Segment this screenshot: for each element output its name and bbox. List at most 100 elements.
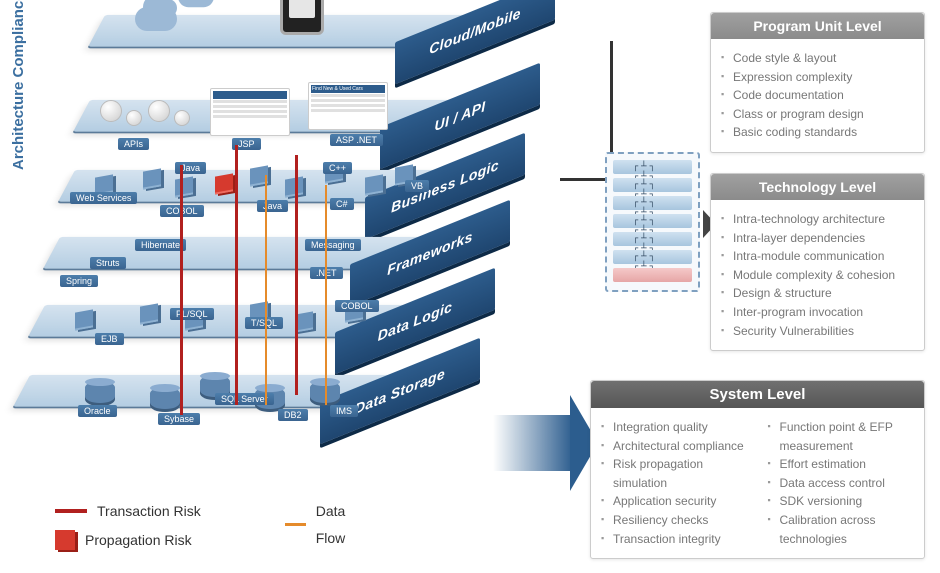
mini-layer: ┌┴┐ ┌┴┐ <box>613 214 692 228</box>
tech-label: Messaging <box>305 239 361 251</box>
panel-item: Class or program design <box>721 105 920 124</box>
connector-line <box>560 178 610 183</box>
tech-label: APIs <box>118 138 149 150</box>
panel-header: Technology Level <box>711 174 924 200</box>
data-flow-swatch <box>285 523 306 526</box>
tech-label: Struts <box>90 257 126 269</box>
tech-label: T/SQL <box>245 317 283 329</box>
module-cube <box>285 176 303 197</box>
panel-header: System Level <box>591 381 924 408</box>
tech-label: EJB <box>95 333 124 345</box>
transaction-risk-line <box>180 165 183 415</box>
legend-row: Transaction Risk <box>55 498 201 525</box>
panel-list: Function point & EFP measurement Effort … <box>758 408 925 558</box>
panel-item: Security Vulnerabilities <box>721 322 920 341</box>
api-knob-icon <box>126 110 142 126</box>
transaction-risk-swatch <box>55 509 87 513</box>
propagation-risk-cube <box>215 173 233 194</box>
thumb-header <box>213 91 287 99</box>
panel-item: Expression complexity <box>721 68 920 87</box>
tech-label: DB2 <box>278 409 308 421</box>
module-cube <box>175 176 193 197</box>
mini-layer: ┌┴┐ ┌┴┐ <box>613 178 692 192</box>
panel-item: Code style & layout <box>721 49 920 68</box>
database-icon <box>85 381 115 403</box>
module-cube <box>140 303 158 324</box>
legend-label: Transaction Risk <box>97 498 201 525</box>
panel-item: Architectural compliance <box>601 437 754 456</box>
cloud-icon <box>178 0 214 7</box>
thumb-header: Find New & Used Cars <box>311 85 385 93</box>
module-cube <box>365 174 383 195</box>
panel-header: Program Unit Level <box>711 13 924 39</box>
legend: Transaction Risk Propagation Risk Data F… <box>55 498 201 555</box>
mini-layer-stack: ┌┴┐ ┌┴┐ ┌┴┐ ┌┴┐ ┌┴┐ ┌┴┐ ┌┴┐ ┌┴┐ ┌┴┐ ┌┴┐ … <box>605 152 700 292</box>
panel-item: Function point & EFP measurement <box>768 418 921 455</box>
propagation-risk-swatch <box>55 530 75 550</box>
layer-frameworks: Frameworks Spring Struts Hibernate Messa… <box>60 237 500 292</box>
module-cube <box>143 168 161 189</box>
transaction-risk-line <box>235 145 238 405</box>
transaction-risk-line <box>295 155 298 395</box>
api-knob-icon <box>100 100 122 122</box>
tech-label: COBOL <box>335 300 379 312</box>
legend-row: Data Flow <box>285 498 357 551</box>
layer-data-storage: Data Storage Oracle Sybase SQL Server DB… <box>30 375 470 430</box>
panel-item: Inter-program invocation <box>721 303 920 322</box>
mini-layer: ┌┴┐ ┌┴┐ <box>613 160 692 174</box>
panel-item: Application security <box>601 492 754 511</box>
panel-list: Integration quality Architectural compli… <box>591 408 758 558</box>
panel-item: Intra-technology architecture <box>721 210 920 229</box>
panel-item: Calibration across technologies <box>768 511 921 548</box>
mini-layer: ┌┴┐ ┌┴┐ <box>613 250 692 264</box>
tech-label: C++ <box>323 162 352 174</box>
program-unit-level-panel: Program Unit Level Code style & layout E… <box>710 12 925 153</box>
panel-item: Intra-layer dependencies <box>721 229 920 248</box>
module-cube <box>75 309 93 330</box>
data-flow-line <box>265 175 267 405</box>
panel-item: Code documentation <box>721 86 920 105</box>
tech-label: C# <box>330 198 354 210</box>
mini-layer: ┌┴┐ ┌┴┐ <box>613 232 692 246</box>
data-flow-line <box>325 185 327 405</box>
tech-label: PL/SQL <box>170 308 214 320</box>
api-knob-icon <box>148 100 170 122</box>
technology-level-panel: Technology Level Intra-technology archit… <box>710 173 925 351</box>
mini-layer: ┌┴┐ ┌┴┐ <box>613 196 692 210</box>
screenshot-thumbnail <box>210 88 290 136</box>
panel-list: Code style & layout Expression complexit… <box>711 39 924 152</box>
panel-item: Transaction integrity <box>601 530 754 549</box>
tech-label: Oracle <box>78 405 117 417</box>
layer-cloud-mobile: Cloud/Mobile <box>105 15 545 70</box>
panel-item: Basic coding standards <box>721 123 920 142</box>
tech-label: Web Services <box>70 192 137 204</box>
tech-label: ASP .NET <box>330 134 383 146</box>
mini-layer <box>613 268 692 282</box>
panel-item: Integration quality <box>601 418 754 437</box>
panel-list: Intra-technology architecture Intra-laye… <box>711 200 924 350</box>
legend-row: Propagation Risk <box>55 527 201 554</box>
panel-item: Module complexity & cohesion <box>721 266 920 285</box>
system-level-panel: System Level Integration quality Archite… <box>590 380 925 559</box>
panel-item: SDK versioning <box>768 492 921 511</box>
layer-ui-api: UI / API Find New & Used Cars APIs JSP A… <box>90 100 530 155</box>
panel-item: Risk propagation simulation <box>601 455 754 492</box>
tech-label: Spring <box>60 275 98 287</box>
api-knob-icon <box>174 110 190 126</box>
panel-item: Effort estimation <box>768 455 921 474</box>
legend-label: Data Flow <box>316 498 357 551</box>
tech-label: Hibernate <box>135 239 186 251</box>
tech-label: VB <box>405 180 429 192</box>
panel-item: Intra-module communication <box>721 247 920 266</box>
tech-label: Java <box>257 200 288 212</box>
phone-icon <box>280 0 324 35</box>
legend-label: Propagation Risk <box>85 527 192 554</box>
panel-item: Design & structure <box>721 284 920 303</box>
screenshot-thumbnail: Find New & Used Cars <box>308 82 388 130</box>
architecture-compliance-label: Architecture Compliance <box>10 0 27 170</box>
cloud-icon <box>135 7 177 31</box>
panel-item: Resiliency checks <box>601 511 754 530</box>
tech-label: IMS <box>330 405 358 417</box>
panel-item: Data access control <box>768 474 921 493</box>
database-icon <box>150 387 180 409</box>
